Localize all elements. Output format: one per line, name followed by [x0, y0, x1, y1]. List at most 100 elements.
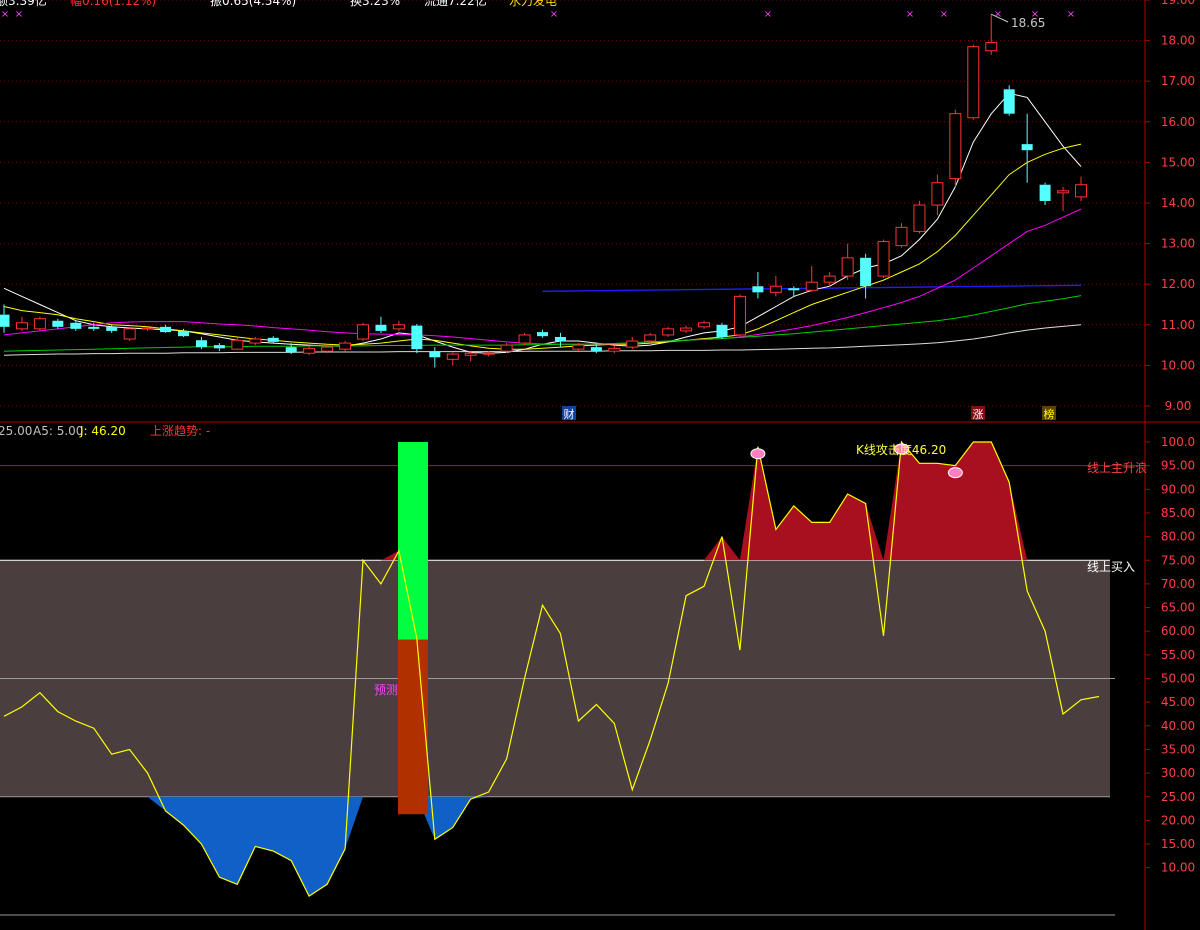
candle-body-up: [1057, 190, 1070, 194]
price-tick-label: 19.00: [1161, 0, 1195, 7]
candle-body-up: [1075, 184, 1087, 198]
indicator-info-text: J: 46.20: [79, 424, 126, 438]
candle-body-up: [231, 339, 244, 350]
ind-tick-label: 90.00: [1161, 482, 1195, 496]
price-tick-label: 16.00: [1161, 115, 1195, 129]
candle-body-up: [33, 318, 46, 330]
signal-marker: ×: [940, 9, 948, 20]
forecast-label: 预测: [374, 683, 398, 697]
candle-body-down: [88, 326, 100, 329]
signal-marker: ×: [1, 9, 9, 20]
price-tick-label: 15.00: [1161, 155, 1195, 169]
candle-body-up: [518, 334, 531, 344]
header-info-text: 水力发电: [509, 0, 557, 8]
candle-body-up: [913, 204, 926, 232]
price-tick-label: 12.00: [1161, 277, 1195, 291]
candle-body-up: [357, 324, 369, 340]
price-tick-label: 14.00: [1161, 196, 1195, 210]
ind-tick-label: 20.00: [1161, 813, 1195, 827]
candle-body-down: [160, 326, 172, 333]
price-high-label: 18.65: [1011, 16, 1045, 30]
candle-body-down: [411, 325, 423, 350]
ind-tick-label: 10.00: [1161, 861, 1195, 875]
ind-tick-label: 70.00: [1161, 577, 1195, 591]
main-up-label: 线上主升浪: [1087, 460, 1147, 475]
candle-body-up: [805, 281, 818, 291]
ind-tick-label: 40.00: [1161, 719, 1195, 733]
candle-body-up: [823, 275, 836, 283]
price-tick-label: 13.00: [1161, 237, 1195, 251]
candle-body-up: [123, 328, 136, 340]
signal-marker: ×: [550, 9, 558, 20]
candle-body-down: [285, 347, 297, 353]
price-tick-label: 11.00: [1161, 318, 1195, 332]
candle-body-up: [446, 353, 459, 360]
price-tick-label: 10.00: [1161, 358, 1195, 372]
header-info-text: 额3.39亿: [0, 0, 47, 8]
candle-body-up: [608, 347, 621, 352]
forecast-bar-green: [398, 442, 428, 640]
header-info-text: 流通7.22亿: [424, 0, 487, 8]
ind-tick-label: 95.00: [1161, 459, 1195, 473]
peak-marker: [750, 448, 766, 460]
candle-body-up: [733, 295, 746, 336]
candle-body-up: [482, 352, 495, 355]
candle-body-up: [500, 344, 513, 352]
signal-marker: ×: [764, 9, 772, 20]
candle-body-up: [249, 338, 262, 344]
ind-tick-label: 65.00: [1161, 601, 1195, 615]
header-info-text: 换3.23%: [350, 0, 400, 8]
candle-body-down: [213, 345, 225, 349]
candle-body-down: [267, 337, 279, 342]
ind-tick-label: 55.00: [1161, 648, 1195, 662]
candle-body-down: [70, 322, 82, 329]
event-badge-label: 财: [564, 407, 575, 421]
peak-marker: [947, 467, 963, 479]
indicator-info-text: A5: 5.00: [33, 424, 83, 438]
strength-label: K线攻击度46.20: [856, 442, 946, 457]
candle-body-down: [195, 340, 207, 348]
candle-body-up: [392, 324, 405, 330]
candle-body-up: [141, 327, 154, 330]
candle-body-up: [769, 285, 782, 293]
price-tick-label: 18.00: [1161, 34, 1195, 48]
candle-body-up: [698, 322, 711, 328]
header-info-text: 振0.65(4.54%): [210, 0, 296, 8]
candle-body-down: [590, 347, 602, 352]
candle-body-up: [15, 322, 28, 330]
event-badge-label: 榜: [1044, 407, 1055, 421]
candle-body-down: [106, 326, 118, 331]
candle-body-down: [1021, 144, 1033, 151]
ind-tick-label: 100.0: [1161, 435, 1195, 449]
event-badge-label: 涨: [973, 408, 984, 421]
candle-body-up: [877, 241, 890, 277]
candle-body-down: [788, 288, 800, 291]
ind-tick-label: 60.00: [1161, 624, 1195, 638]
ind-tick-label: 75.00: [1161, 553, 1195, 567]
candle-body-down: [554, 336, 566, 342]
signal-marker: ×: [906, 9, 914, 20]
candle-body-up: [841, 257, 854, 277]
candle-body-down: [537, 332, 548, 337]
candle-body-up: [895, 226, 908, 247]
candle-body-down: [429, 351, 441, 358]
buy-label: 线上买入: [1087, 560, 1135, 574]
header-info-text: 幅0.16(1.12%): [70, 0, 156, 8]
ind-tick-label: 85.00: [1161, 506, 1195, 520]
candle-body-up: [680, 327, 693, 332]
candle-body-down: [752, 286, 764, 293]
ind-tick-label: 80.00: [1161, 530, 1195, 544]
ind-tick-label: 50.00: [1161, 672, 1195, 686]
candle-body-down: [860, 257, 872, 287]
candle-body-down: [178, 330, 189, 337]
candle-body-up: [967, 46, 980, 119]
indicator-info-text: 25.00: [0, 424, 32, 438]
candle-body-up: [303, 347, 316, 354]
candle-body-up: [321, 346, 334, 352]
signal-marker: ×: [15, 9, 23, 20]
candle-body-up: [644, 334, 657, 342]
candle-body-down: [1039, 184, 1051, 201]
candle-body-down: [0, 314, 10, 327]
ind-tick-label: 35.00: [1161, 742, 1195, 756]
candle-body-up: [572, 344, 585, 350]
